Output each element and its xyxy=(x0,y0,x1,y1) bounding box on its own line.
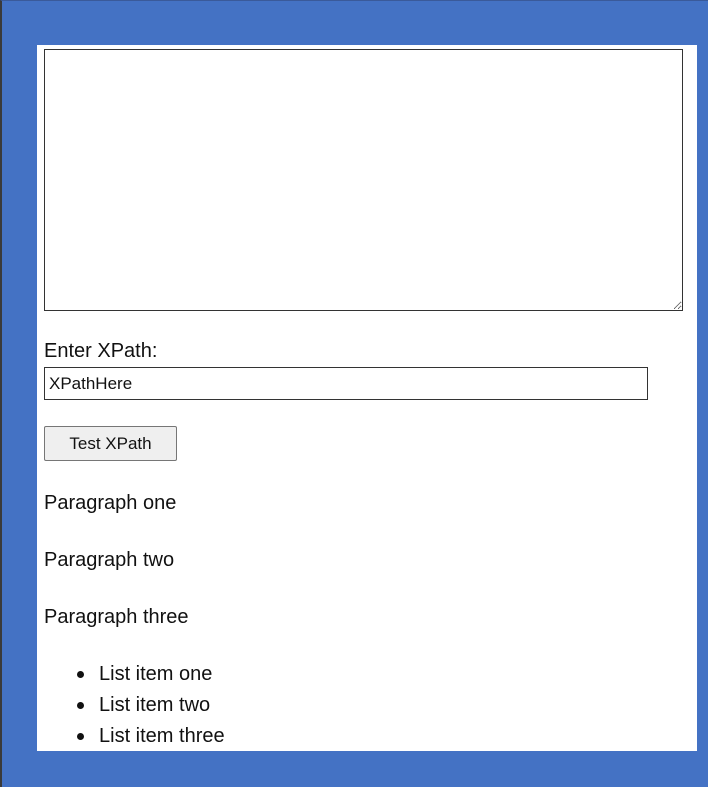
bullet-icon xyxy=(77,702,84,709)
xpath-input[interactable] xyxy=(44,367,648,400)
paragraph-one: Paragraph one xyxy=(44,492,177,514)
content-panel: Enter XPath: Test XPath Paragraph one Pa… xyxy=(37,45,697,751)
bullet-icon xyxy=(77,733,84,740)
list-item-label: List item three xyxy=(99,725,225,747)
list-item-label: List item two xyxy=(99,694,211,716)
bullet-icon xyxy=(77,671,84,678)
page-frame: Enter XPath: Test XPath Paragraph one Pa… xyxy=(0,0,708,787)
xml-input-textarea[interactable] xyxy=(44,49,683,311)
paragraph-two: Paragraph two xyxy=(44,549,175,571)
list-item: List item three xyxy=(77,721,225,751)
paragraph-three: Paragraph three xyxy=(44,606,189,628)
item-list: List item one List item two List item th… xyxy=(37,659,225,751)
list-item: List item one xyxy=(77,659,225,690)
test-xpath-button[interactable]: Test XPath xyxy=(44,426,177,461)
xpath-label: Enter XPath: xyxy=(44,340,158,362)
list-item: List item two xyxy=(77,690,225,721)
list-item-label: List item one xyxy=(99,663,213,685)
